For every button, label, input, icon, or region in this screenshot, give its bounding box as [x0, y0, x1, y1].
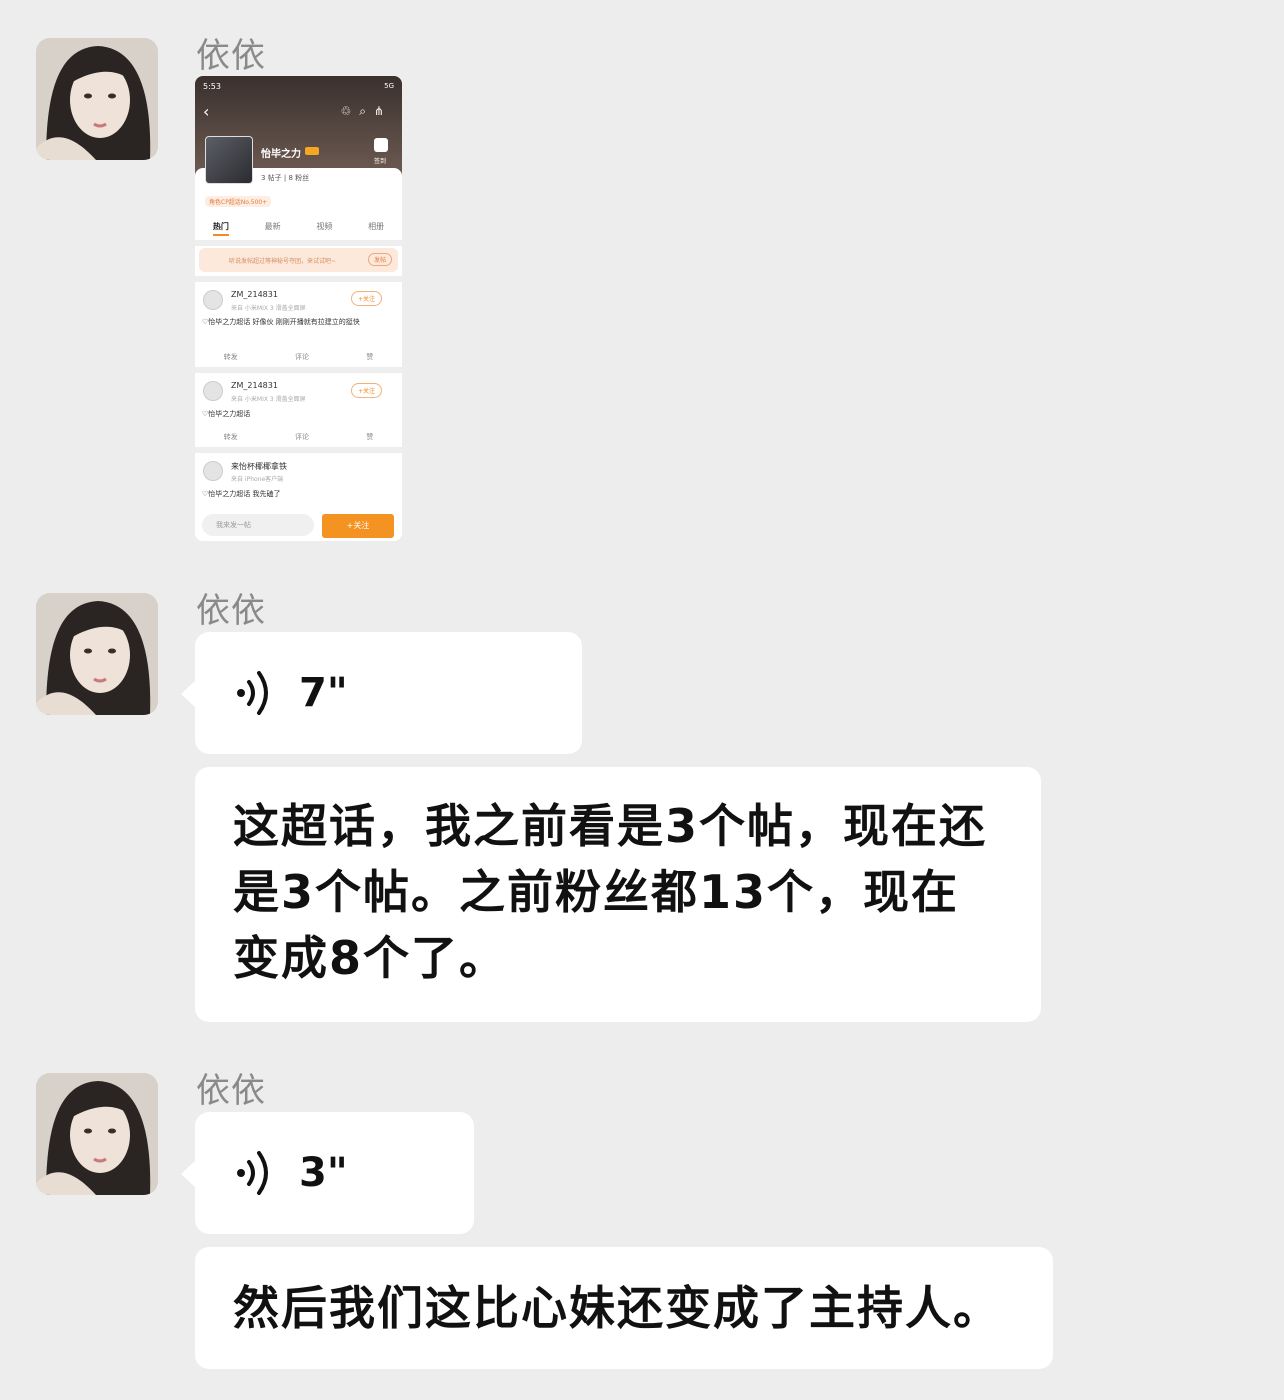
post-actions: 转发 评论 赞	[195, 432, 402, 442]
post-source: 来自 小米MIX 3 滑盖全面屏	[231, 396, 306, 403]
sender-name: 依依	[196, 36, 266, 76]
text-message[interactable]: 这超话，我之前看是3个帖，现在还是3个帖。之前粉丝都13个，现在变成8个了。	[195, 767, 1041, 1022]
post-source: 来自 小米MIX 3 滑盖全面屏	[231, 305, 306, 312]
banner-button: 发帖	[367, 253, 392, 266]
post-follow-button: +关注	[350, 291, 382, 306]
divider	[195, 367, 402, 373]
post-text: ♡怡毕之力超话 好像伙 刚刚开播就有拉建立的挺快	[202, 318, 360, 326]
banner-text: 听说发帖超过等神秘号夺团，来试试吧~	[229, 258, 337, 265]
bubble-tail	[181, 680, 196, 708]
header-icons: ♲⌕⋔	[340, 104, 392, 119]
post-author: 来怡杯椰椰拿铁	[231, 462, 287, 471]
topic-stats: 3 帖子 | 8 粉丝	[261, 174, 310, 182]
like-action: 赞	[366, 433, 374, 441]
voice-message[interactable]: 3"	[181, 1112, 474, 1234]
sender-name: 依依	[196, 591, 266, 631]
message-text: 然后我们这比心妹还变成了主持人。	[233, 1281, 1001, 1335]
comment-action: 评论	[294, 433, 309, 441]
status-signal: 5G	[384, 82, 394, 90]
like-action: 赞	[366, 353, 374, 361]
follow-button: +关注	[322, 514, 394, 538]
voice-duration: 3"	[299, 1150, 348, 1196]
topic-tabs: 热门 最新 视频 相册	[195, 221, 402, 236]
repost-action: 转发	[223, 353, 238, 361]
avatar[interactable]	[36, 593, 158, 715]
signin-label: 签到	[373, 158, 386, 165]
post-text: ♡怡毕之力超话 我先磕了	[202, 490, 281, 498]
topic-cover-image	[205, 136, 253, 184]
message-text: 这超话，我之前看是3个帖，现在还是3个帖。之前粉丝都13个，现在变成8个了。	[233, 799, 988, 985]
tab-video: 视频	[316, 222, 333, 231]
sender-name: 依依	[196, 1071, 266, 1111]
post-avatar	[203, 461, 223, 481]
post-source: 来自 iPhone客户端	[231, 476, 284, 483]
post-follow-button: +关注	[350, 383, 382, 398]
tab-hot: 热门	[212, 221, 229, 236]
post-actions: 转发 评论 赞	[195, 352, 402, 362]
voice-message[interactable]: 7"	[181, 632, 582, 754]
post-text: ♡怡毕之力超话	[202, 410, 251, 418]
tab-latest: 最新	[264, 222, 281, 231]
status-time: 5:53	[203, 82, 221, 91]
text-message[interactable]: 然后我们这比心妹还变成了主持人。	[195, 1247, 1053, 1369]
avatar-portrait-icon	[36, 593, 158, 715]
comment-action: 评论	[294, 353, 309, 361]
back-icon: ‹	[203, 102, 210, 121]
post-author: ZM_214831	[231, 381, 278, 390]
repost-action: 转发	[223, 433, 238, 441]
image-message[interactable]: 5:53 5G ‹ ♲⌕⋔ 怡毕之力 签到 3 帖子 | 8 粉丝 角色CP超话…	[195, 76, 402, 541]
avatar[interactable]	[36, 1073, 158, 1195]
post-avatar	[203, 381, 223, 401]
avatar-portrait-icon	[36, 1073, 158, 1195]
share-icon: ⋔	[373, 104, 392, 118]
post-author: ZM_214831	[231, 290, 278, 299]
avatar-portrait-icon	[36, 38, 158, 160]
group-icon: ♲	[340, 104, 360, 118]
post-avatar	[203, 290, 223, 310]
voice-duration: 7"	[299, 670, 348, 716]
topic-name: 怡毕之力	[261, 149, 301, 160]
voice-icon	[237, 671, 268, 715]
divider	[195, 276, 402, 282]
bubble-tail	[181, 1160, 196, 1188]
tab-album: 相册	[368, 222, 385, 231]
topic-rank: 角色CP超话No.500+	[205, 196, 272, 207]
divider	[195, 447, 402, 453]
calendar-icon	[374, 138, 388, 152]
search-icon: ⌕	[359, 104, 374, 118]
post-input: 我来发一帖	[202, 514, 314, 536]
divider	[195, 240, 402, 246]
avatar[interactable]	[36, 38, 158, 160]
voice-icon	[237, 1151, 268, 1195]
topic-badge	[305, 147, 319, 155]
